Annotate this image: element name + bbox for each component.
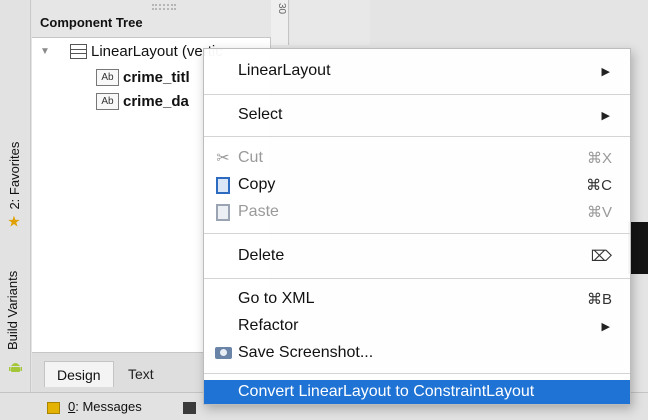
menu-separator [204,278,630,279]
favorites-label: 2: Favorites [6,141,22,210]
menu-item-go-to-xml[interactable]: Go to XML ⌘B [204,286,630,312]
textview-icon: Ab [96,93,119,110]
messages-tab[interactable]: 0: Messages [68,399,142,414]
submenu-arrow-icon: ▶ [601,320,610,333]
menu-item-save-screenshot[interactable]: Save Screenshot... [204,340,630,366]
tree-item-label: crime_da [123,93,189,110]
star-icon: ★ [7,213,21,231]
menu-shortcut: ⌘C [586,177,612,194]
component-tree-title: Component Tree [40,15,143,30]
menu-separator [204,94,630,95]
vertical-ruler: 30 [271,0,289,45]
menu-item-delete[interactable]: Delete ⌦ [204,243,630,269]
menu-item-label: Go to XML [238,290,315,307]
menu-separator [204,233,630,234]
menu-item-cut[interactable]: ✂ Cut ⌘X [204,145,630,171]
textview-icon: Ab [96,69,119,86]
menu-item-linearlayout[interactable]: LinearLayout ▶ [204,58,630,84]
menu-item-paste[interactable]: Paste ⌘V [204,199,630,225]
menu-shortcut: ⌘X [586,150,612,167]
menu-item-label: Delete [238,247,285,264]
menu-item-label: Cut [238,149,263,166]
tree-item-crime-title[interactable]: Ab crime_titl [96,69,190,86]
left-tool-strip: ★ 2: Favorites Build Variants [0,0,31,392]
context-menu: LinearLayout ▶ Select ▶ ✂ Cut ⌘X Copy ⌘C… [203,48,631,405]
delete-key-icon: ⌦ [590,248,612,265]
tree-item-label: crime_titl [123,69,190,86]
tree-item-crime-date[interactable]: Ab crime_da [96,93,189,110]
menu-item-label: Select [238,106,283,123]
menu-item-label: LinearLayout [238,62,331,79]
favorites-tab[interactable]: ★ 2: Favorites [5,141,23,231]
messages-label: : Messages [75,399,142,414]
menu-item-label: Paste [238,203,279,220]
submenu-arrow-icon: ▶ [601,109,610,122]
menu-item-label: Save Screenshot... [238,344,374,361]
tree-item-root[interactable]: ▼ LinearLayout (vertic [40,43,223,60]
tab-design[interactable]: Design [44,361,114,387]
design-canvas [290,0,370,45]
menu-shortcut: ⌘B [586,291,612,308]
terminal-icon[interactable] [183,402,196,414]
ruler-number: 30 [276,3,287,15]
menu-shortcut: ⌘V [586,204,612,221]
device-edge [628,222,648,274]
build-variants-label: Build Variants [5,270,20,350]
expand-triangle-icon[interactable]: ▼ [40,46,66,57]
menu-item-label: Convert LinearLayout to ConstraintLayout [238,383,535,400]
tab-text[interactable]: Text [116,361,166,387]
component-tree-header: Component Tree [32,0,271,38]
menu-item-label: Copy [238,176,276,193]
menu-item-label: Refactor [238,317,299,334]
android-icon [9,363,22,372]
layout-icon [70,44,87,59]
messages-icon [47,402,60,414]
copy-icon [213,175,233,195]
menu-item-convert-to-constraintlayout[interactable]: Convert LinearLayout to ConstraintLayout [204,380,630,404]
menu-separator [204,373,630,374]
menu-item-refactor[interactable]: Refactor ▶ [204,313,630,339]
build-variants-tab[interactable]: Build Variants [5,271,20,350]
scissors-icon: ✂ [216,150,230,167]
menu-item-copy[interactable]: Copy ⌘C [204,172,630,198]
submenu-arrow-icon: ▶ [601,65,610,78]
camera-icon [213,343,233,363]
menu-item-select[interactable]: Select ▶ [204,102,630,128]
panel-grip[interactable] [152,4,176,10]
menu-separator [204,136,630,137]
paste-icon [213,202,233,222]
